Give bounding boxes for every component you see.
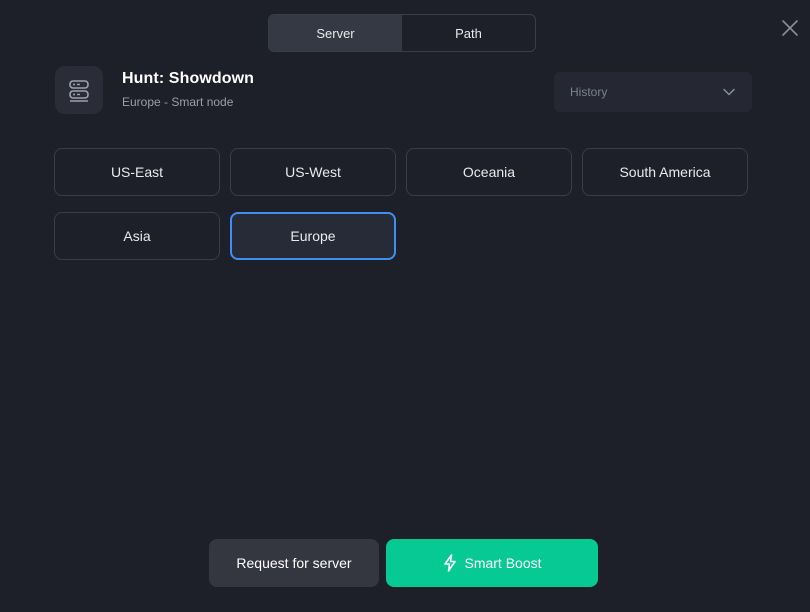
region-us-west[interactable]: US-West <box>230 148 396 196</box>
smart-boost-button[interactable]: Smart Boost <box>386 539 598 587</box>
tab-path[interactable]: Path <box>402 15 535 51</box>
history-label: History <box>570 85 608 99</box>
server-select-dialog: Server Path Hunt: Showdown Europe - Smar… <box>0 0 810 612</box>
history-dropdown[interactable]: History <box>554 72 752 112</box>
game-icon-box <box>55 66 103 114</box>
close-button[interactable] <box>778 16 802 40</box>
region-asia[interactable]: Asia <box>54 212 220 260</box>
region-europe[interactable]: Europe <box>230 212 396 260</box>
region-oceania[interactable]: Oceania <box>406 148 572 196</box>
game-subtitle: Europe - Smart node <box>122 95 234 109</box>
game-title: Hunt: Showdown <box>122 70 255 87</box>
region-us-east[interactable]: US-East <box>54 148 220 196</box>
tab-bar: Server Path <box>268 14 536 52</box>
smart-boost-label: Smart Boost <box>464 555 542 571</box>
close-icon <box>782 20 798 36</box>
request-server-button[interactable]: Request for server <box>209 539 379 587</box>
region-south-america[interactable]: South America <box>582 148 748 196</box>
lightning-icon <box>442 554 458 572</box>
tab-server[interactable]: Server <box>269 15 402 51</box>
chevron-down-icon <box>723 88 735 96</box>
request-server-label: Request for server <box>236 555 352 571</box>
server-icon <box>69 80 89 102</box>
